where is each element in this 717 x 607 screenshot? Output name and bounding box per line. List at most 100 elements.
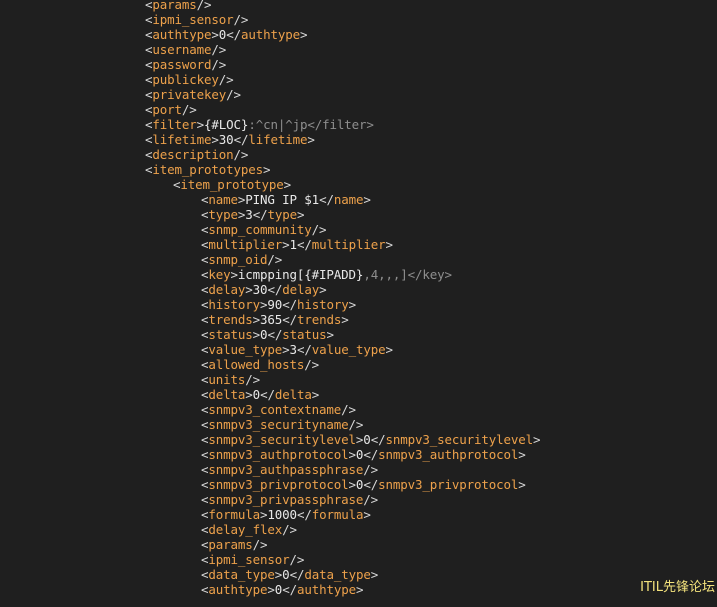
xml-punctuation: /> [196,0,212,12]
code-line: <filter>{#LOC}:^cn|^jp</filter> [145,117,374,132]
code-line: <key>icmpping[{#IPADD},4,,,]</key> [201,267,452,282]
xml-punctuation: ,4,,,]</key> [363,267,452,282]
xml-punctuation: > [282,342,290,357]
xml-punctuation: </ [282,582,297,597]
xml-tag-name: status [208,327,253,342]
xml-punctuation: > [385,237,393,252]
code-line: <publickey/> [145,72,234,87]
code-line: <delay>30</delay> [201,282,327,297]
xml-tag-name: data_type [304,567,371,582]
xml-punctuation: </ [282,297,297,312]
xml-tag-name: item_prototype [180,177,284,192]
code-line: <snmp_oid/> [201,252,282,267]
code-line: <snmpv3_privpassphrase/> [201,492,378,507]
xml-punctuation: > [385,342,393,357]
code-line: <description/> [145,147,248,162]
code-line: <snmpv3_authpassphrase/> [201,462,378,477]
xml-tag-name: allowed_hosts [208,357,305,372]
xml-punctuation: /> [218,72,234,87]
xml-punctuation: > [211,132,219,147]
xml-text-value: PING IP $1 [245,192,320,207]
xml-punctuation: </ [370,432,386,447]
code-line: <name>PING IP $1</name> [201,192,371,207]
xml-punctuation: > [299,27,308,42]
xml-punctuation: > [370,567,379,582]
xml-punctuation: </ [282,312,297,327]
xml-tag-name: value_type [208,342,283,357]
xml-punctuation: > [363,192,371,207]
code-line: <item_prototypes> [145,162,271,177]
xml-punctuation: </ [260,387,275,402]
xml-tag-name: authtype [296,582,356,597]
code-line: <snmpv3_privprotocol>0</snmpv3_privproto… [201,477,526,492]
xml-punctuation: > [282,237,290,252]
xml-tag-name: snmpv3_privprotocol [208,477,349,492]
xml-text-value: 3 [289,342,298,357]
code-line: <allowed_hosts/> [201,357,319,372]
xml-punctuation: /> [233,12,249,27]
xml-punctuation: /> [181,102,197,117]
code-line: <port/> [145,102,197,117]
xml-tag-name: history [296,297,349,312]
xml-punctuation: > [348,447,357,462]
xml-tag-name: multiplier [208,237,283,252]
xml-punctuation: > [341,312,349,327]
code-line: <ipmi_sensor/> [201,552,304,567]
code-line: <snmpv3_authprotocol>0</snmpv3_authproto… [201,447,526,462]
xml-punctuation: /> [289,552,305,567]
xml-text-value: 3 [245,207,253,222]
xml-tag-name: trends [296,312,342,327]
xml-tag-name: formula [311,507,364,522]
xml-tag-name: snmp_oid [208,252,268,267]
xml-punctuation: </ [296,342,312,357]
xml-tag-name: ipmi_sensor [152,12,234,27]
xml-tag-name: filter [152,117,197,132]
xml-tag-name: lifetime [248,132,308,147]
code-line: <snmpv3_securityname/> [201,417,363,432]
xml-tag-name: params [152,0,197,12]
xml-punctuation: /> [252,537,268,552]
xml-tag-name: type [267,207,297,222]
xml-tag-name: status [282,327,327,342]
code-line: <data_type>0</data_type> [201,567,378,582]
xml-punctuation: </ [363,447,379,462]
xml-tag-name: item_prototypes [152,162,264,177]
xml-tag-name: delta [208,387,246,402]
xml-tag-name: snmpv3_authprotocol [378,447,519,462]
xml-tag-name: snmpv3_securitylevel [208,432,356,447]
xml-punctuation: /> [363,462,379,477]
xml-tag-name: privatekey [152,87,227,102]
xml-tag-name: password [152,57,212,72]
xml-punctuation: </ [296,237,312,252]
xml-punctuation: /> [304,357,320,372]
xml-tag-name: snmp_community [208,222,312,237]
xml-punctuation: > [518,477,526,492]
xml-text-value: 0 [363,432,371,447]
xml-punctuation: </ [252,207,268,222]
xml-text-value: icmpping[{#IPADD} [237,267,364,282]
xml-text-value: 1000 [267,507,297,522]
xml-tag-name: delay [282,282,320,297]
xml-punctuation: > [252,312,261,327]
code-line: <snmpv3_securitylevel>0</snmpv3_security… [201,432,541,447]
xml-text-value: 90 [267,297,283,312]
xml-tag-name: snmpv3_authprotocol [208,447,349,462]
xml-punctuation: /> [348,417,364,432]
xml-punctuation: /> [282,522,297,537]
xml-text-value: 365 [260,312,283,327]
xml-punctuation: /> [245,372,261,387]
xml-tag-name: lifetime [152,132,212,147]
code-line: <authtype>0</authtype> [201,582,364,597]
xml-tag-name: name [333,192,364,207]
xml-punctuation: </ [289,567,305,582]
xml-text-value: 0 [252,387,261,402]
xml-punctuation: > [230,267,239,282]
code-line: <params/> [145,0,212,12]
xml-punctuation: > [348,297,357,312]
xml-tag-name: snmpv3_authpassphrase [208,462,364,477]
xml-punctuation: > [252,327,261,342]
code-viewer: <params/> <ipmi_sensor/> <authtype>0</auth… [0,0,717,607]
code-line: <username/> [145,42,226,57]
xml-punctuation: /> [341,402,356,417]
xml-punctuation: > [211,27,219,42]
